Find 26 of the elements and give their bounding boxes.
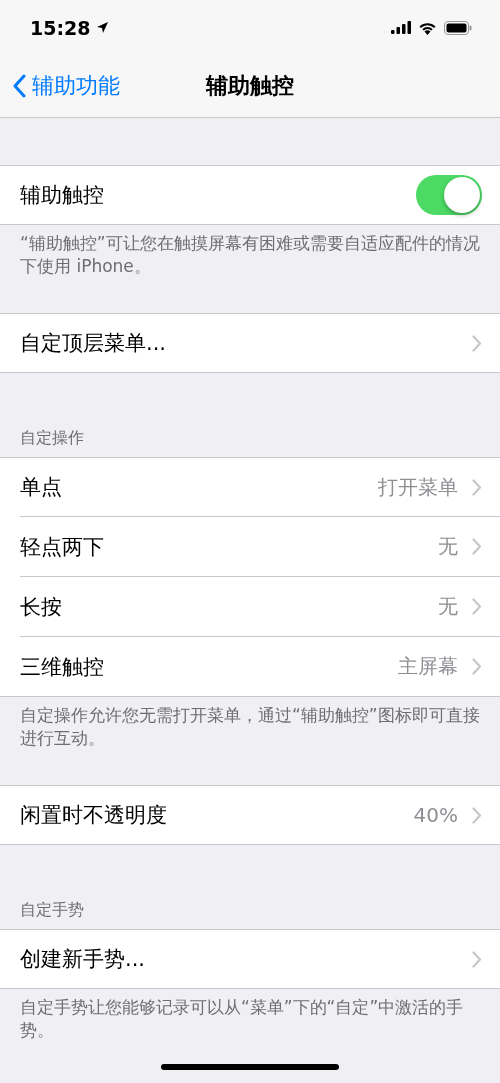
section-footer: “辅助触控”可让您在触摸屏幕有困难或需要自适应配件的情况下使用 iPhone。 <box>0 225 500 278</box>
settings-row[interactable]: 三维触控 主屏幕 <box>20 636 500 696</box>
back-chevron-icon <box>12 74 26 98</box>
nav-title: 辅助触控 <box>206 72 294 100</box>
chevron-right-icon <box>472 478 482 496</box>
wifi-icon <box>418 20 437 35</box>
chevron-right-icon <box>472 950 482 968</box>
battery-icon <box>444 20 472 35</box>
settings-row[interactable]: 长按 无 <box>20 576 500 636</box>
toggle-switch[interactable] <box>416 175 482 215</box>
section-footer: 自定手势让您能够记录可以从“菜单”下的“自定”中激活的手势。 <box>0 989 500 1042</box>
status-time: 15:28 <box>30 16 91 39</box>
chevron-right-icon <box>472 334 482 352</box>
signal-icon <box>391 21 411 34</box>
location-arrow-icon <box>96 21 110 34</box>
settings-row[interactable]: 单点 打开菜单 <box>20 458 500 516</box>
chevron-right-icon <box>472 538 482 555</box>
section-footer: 自定操作允许您无需打开菜单，通过“辅助触控”图标即可直接进行互动。 <box>0 697 500 750</box>
settings-row[interactable]: 轻点两下 无 <box>20 516 500 576</box>
setting-label: 辅助触控 <box>20 182 105 209</box>
section-header: 自定操作 <box>19 428 85 449</box>
chevron-right-icon <box>472 806 482 824</box>
back-button[interactable]: 辅助功能 <box>0 71 206 101</box>
chevron-right-icon <box>472 598 482 615</box>
section-header: 自定手势 <box>19 900 85 921</box>
chevron-right-icon <box>472 658 482 675</box>
